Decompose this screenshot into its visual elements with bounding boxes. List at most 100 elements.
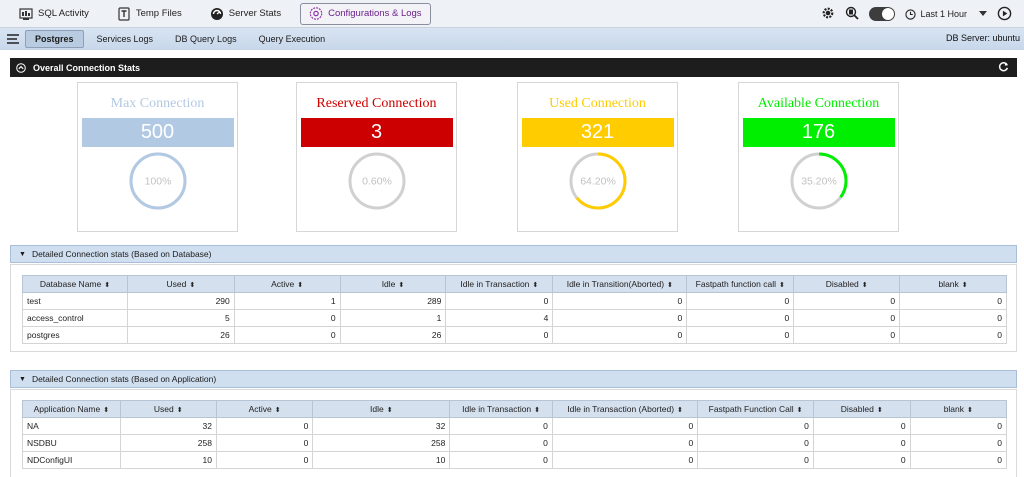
app-section-header[interactable]: ▼ Detailed Connection stats (Based on Ap…: [10, 370, 1017, 388]
column-header-label: Active: [271, 279, 295, 289]
sort-icon[interactable]: ⬍: [177, 407, 183, 414]
table-cell: 0: [697, 451, 814, 469]
sort-icon[interactable]: ⬍: [967, 407, 973, 414]
table-cell: 10: [119, 451, 217, 469]
percent-ring: 64.20%: [569, 152, 626, 210]
column-header-label: blank: [943, 404, 965, 414]
sort-icon[interactable]: ⬍: [532, 282, 538, 289]
table-row[interactable]: access_control 5 0 1 4 0 0 0 0: [22, 309, 1007, 327]
table-row[interactable]: NSDBU 258 0 258 0 0 0 0 0: [22, 434, 1008, 452]
column-header[interactable]: Fastpath Function Call ⬍: [697, 400, 814, 418]
percent-ring: 0.60%: [348, 152, 405, 210]
sort-icon[interactable]: ⬍: [534, 407, 540, 414]
sort-icon[interactable]: ⬍: [877, 407, 883, 414]
column-header[interactable]: Idle ⬍: [339, 275, 447, 293]
column-header[interactable]: Active ⬍: [233, 275, 341, 293]
card-title: Available Connection: [757, 96, 880, 111]
column-header-label: Used: [153, 404, 174, 414]
db-section-body: Database Name ⬍ Used ⬍ Active ⬍ Idle ⬍ Idle in T…: [10, 264, 1017, 352]
column-header[interactable]: Disabled ⬍: [812, 400, 911, 418]
column-header[interactable]: Database Name ⬍: [22, 275, 128, 293]
sort-icon[interactable]: ⬍: [104, 282, 110, 289]
hamburger-menu-icon[interactable]: [7, 33, 21, 45]
table-cell: 0: [686, 292, 795, 310]
chevron-down-icon: [979, 11, 987, 16]
column-header[interactable]: Disabled ⬍: [793, 275, 901, 293]
max-connection-card: Max Connection 500 100%: [77, 82, 238, 232]
column-header[interactable]: Idle in Transaction ⬍: [449, 400, 553, 418]
table-cell: 32: [119, 417, 217, 435]
card-value: 176: [742, 118, 895, 147]
column-header-label: Fastpath Function Call: [708, 404, 794, 414]
column-header[interactable]: Idle ⬍: [312, 400, 451, 418]
percent-ring: 35.20%: [790, 152, 847, 210]
db-connection-table: Database Name ⬍ Used ⬍ Active ⬍ Idle ⬍ Idle in T…: [22, 275, 1007, 344]
table-cell: 0: [899, 309, 1007, 327]
column-header[interactable]: Fastpath function call ⬍: [686, 275, 795, 293]
temp-files-icon: [117, 6, 131, 21]
table-cell: 0: [697, 417, 814, 435]
table-row[interactable]: test 290 1 289 0 0 0 0 0: [22, 292, 1007, 310]
search-server-icon[interactable]: [845, 6, 860, 22]
column-header[interactable]: Application Name ⬍: [22, 400, 121, 418]
refresh-icon[interactable]: [998, 61, 1009, 74]
play-icon[interactable]: [997, 6, 1012, 23]
column-header[interactable]: Used ⬍: [126, 275, 235, 293]
tab-db-query-logs[interactable]: DB Query Logs: [166, 31, 246, 47]
tab-postgres[interactable]: Postgres: [25, 30, 84, 48]
table-cell: 0: [793, 309, 901, 327]
tab-sql-activity[interactable]: SQL Activity: [10, 3, 98, 25]
tab-services-logs[interactable]: Services Logs: [88, 31, 163, 47]
table-row[interactable]: NDConfigUI 10 0 10 0 0 0 0 0: [22, 451, 1008, 469]
table-cell: 10: [312, 451, 451, 469]
auto-refresh-toggle[interactable]: [869, 7, 896, 21]
column-header[interactable]: Idle in Transition(Aborted) ⬍: [552, 275, 688, 293]
percent-ring: 100%: [129, 152, 186, 210]
column-header[interactable]: Active ⬍: [215, 400, 314, 418]
table-cell: access_control: [22, 309, 128, 327]
app-connection-table: Application Name ⬍ Used ⬍ Active ⬍ Idle ⬍ Idle i…: [22, 400, 1008, 469]
sort-icon[interactable]: ⬍: [103, 407, 109, 414]
section-title: Detailed Connection stats (Based on Data…: [31, 249, 212, 259]
sort-icon[interactable]: ⬍: [667, 282, 673, 289]
tab-temp-files[interactable]: Temp Files: [108, 3, 191, 25]
column-header-label: Disabled: [825, 279, 859, 289]
sort-icon[interactable]: ⬍: [797, 407, 803, 414]
panel-title: Overall Connection Stats: [33, 62, 141, 73]
column-header[interactable]: Used ⬍: [119, 400, 217, 418]
sort-icon[interactable]: ⬍: [677, 407, 683, 414]
column-header[interactable]: Idle in Transaction ⬍: [445, 275, 554, 293]
tab-label: SQL Activity: [38, 8, 89, 19]
table-cell: 1: [233, 292, 341, 310]
table-row[interactable]: NA 32 0 32 0 0 0 0 0: [22, 417, 1008, 435]
sort-icon[interactable]: ⬍: [779, 282, 785, 289]
sort-icon[interactable]: ⬍: [862, 282, 868, 289]
tab-server-stats[interactable]: Server Stats: [201, 3, 290, 25]
tab-query-execution[interactable]: Query Execution: [250, 31, 335, 47]
percent-label: 100%: [144, 176, 171, 188]
db-section-header[interactable]: ▼ Detailed Connection stats (Based on Da…: [10, 245, 1017, 263]
table-cell: 0: [899, 292, 1007, 310]
table-cell: NSDBU: [22, 434, 121, 452]
time-range-select[interactable]: Last 1 Hour: [905, 8, 987, 20]
sort-icon[interactable]: ⬍: [398, 282, 404, 289]
column-header[interactable]: blank ⬍: [899, 275, 1007, 293]
tab-configurations-logs[interactable]: Configurations & Logs: [300, 2, 431, 25]
sort-icon[interactable]: ⬍: [962, 282, 968, 289]
card-value: 321: [521, 118, 674, 147]
settings-gear-icon[interactable]: [821, 6, 835, 22]
sort-icon[interactable]: ⬍: [297, 282, 303, 289]
sort-icon[interactable]: ⬍: [275, 407, 281, 414]
sort-icon[interactable]: ⬍: [189, 282, 195, 289]
column-header[interactable]: Idle in Transaction (Aborted) ⬍: [551, 400, 699, 418]
table-cell: 32: [312, 417, 451, 435]
collapse-circle-icon[interactable]: [16, 62, 26, 73]
column-header-label: Idle in Transaction: [460, 279, 530, 289]
clock-icon: [905, 8, 917, 20]
sort-icon[interactable]: ⬍: [387, 407, 393, 414]
column-header-label: Idle: [381, 279, 396, 289]
table-row[interactable]: postgres 26 0 26 0 0 0 0 0: [22, 326, 1007, 344]
column-header[interactable]: blank ⬍: [909, 400, 1008, 418]
column-header-label: Idle in Transition(Aborted): [566, 279, 665, 289]
table-cell: 0: [552, 292, 688, 310]
